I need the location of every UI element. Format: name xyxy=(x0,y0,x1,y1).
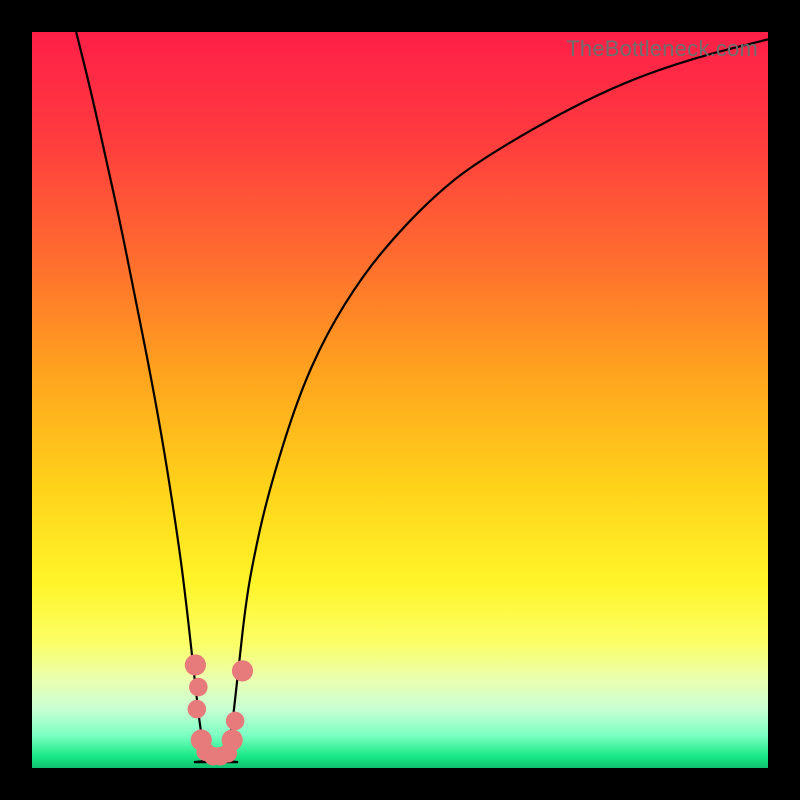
chart-svg xyxy=(32,32,768,768)
curve-dot xyxy=(226,712,245,731)
chart-frame: TheBottleneck.com xyxy=(0,0,800,800)
curve-dot xyxy=(232,660,253,681)
gradient-background xyxy=(32,32,768,768)
curve-dot xyxy=(185,654,206,675)
curve-dot xyxy=(188,700,207,719)
watermark-text: TheBottleneck.com xyxy=(566,36,758,62)
curve-dot xyxy=(189,678,208,697)
curve-dot xyxy=(222,729,243,750)
plot-area: TheBottleneck.com xyxy=(32,32,768,768)
